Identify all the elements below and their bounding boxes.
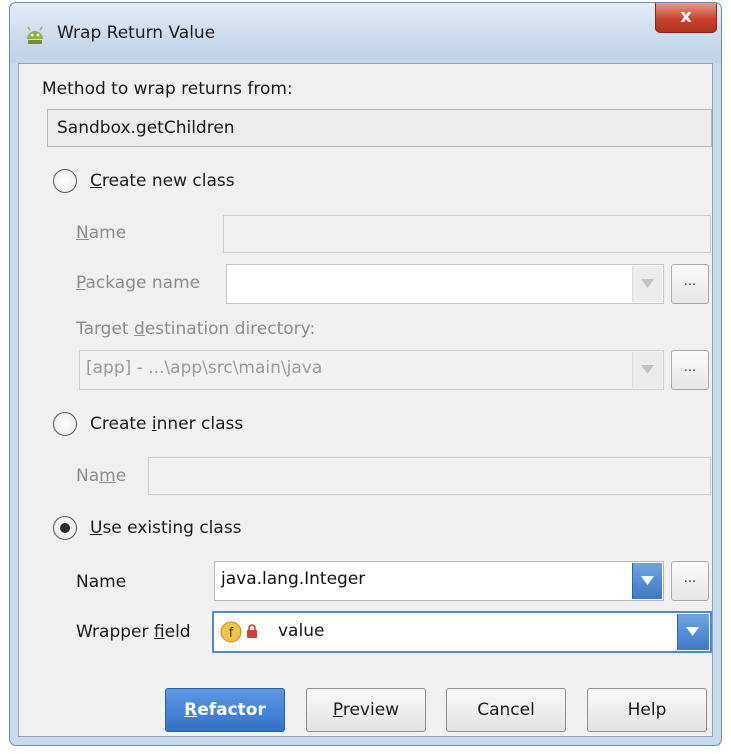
method-label: Method to wrap returns from: <box>42 79 293 99</box>
cancel-button[interactable]: Cancel <box>446 688 566 732</box>
radio-selected-dot <box>60 523 70 533</box>
close-button[interactable]: x <box>655 3 717 33</box>
dialog-title: Wrap Return Value <box>57 23 216 43</box>
chevron-down-icon <box>686 627 699 636</box>
existing-class-dropdown-button[interactable] <box>632 563 662 599</box>
android-icon <box>27 26 43 44</box>
existing-class-combo[interactable]: java.lang.Integer <box>214 561 664 601</box>
dialog-window: Wrap Return Value x Method to wrap retur… <box>9 2 722 746</box>
create-inner-class-label[interactable]: Create inner class <box>90 414 243 434</box>
field-icon: f <box>220 621 242 643</box>
target-dir-browse-button[interactable]: ... <box>671 350 709 390</box>
wrapper-field-combo[interactable]: f value <box>212 611 712 653</box>
preview-button[interactable]: Preview <box>306 688 426 732</box>
use-existing-class-label[interactable]: Use existing class <box>90 518 242 538</box>
new-class-name-label: Name <box>76 223 127 243</box>
refactor-button[interactable]: Refactor <box>165 688 285 732</box>
package-name-label: Package name <box>76 273 201 293</box>
wrapper-field-dropdown-button[interactable] <box>677 614 709 650</box>
create-new-class-label[interactable]: Create new class <box>90 171 235 191</box>
create-new-class-radio[interactable] <box>53 169 77 193</box>
chevron-down-icon <box>641 576 654 585</box>
close-icon: x <box>680 6 692 27</box>
dialog-content: Method to wrap returns from: Sandbox.get… <box>18 63 713 737</box>
wrapper-field-label: Wrapper field <box>76 622 191 642</box>
chevron-down-icon <box>641 279 654 288</box>
create-inner-class-radio[interactable] <box>53 412 77 436</box>
inner-class-name-input[interactable] <box>148 457 711 495</box>
target-dir-combo[interactable]: [app] - ...\app\src\main\java <box>79 350 664 390</box>
chevron-down-icon <box>641 365 654 374</box>
existing-class-browse-button[interactable]: ... <box>671 561 709 601</box>
existing-class-name-label: Name <box>76 572 127 592</box>
title-bar[interactable]: Wrap Return Value x <box>10 3 721 63</box>
method-field: Sandbox.getChildren <box>47 109 712 147</box>
target-dir-label: Target destination directory: <box>76 319 316 339</box>
help-button[interactable]: Help <box>587 688 707 732</box>
target-dir-dropdown-button[interactable] <box>632 352 662 388</box>
inner-class-name-label: Name <box>76 466 127 486</box>
lock-icon <box>247 624 257 638</box>
package-name-combo[interactable] <box>226 264 664 304</box>
package-browse-button[interactable]: ... <box>671 264 709 304</box>
package-dropdown-button[interactable] <box>632 266 662 302</box>
new-class-name-input[interactable] <box>223 215 711 253</box>
use-existing-class-radio[interactable] <box>53 516 77 540</box>
svg-text:f: f <box>229 626 234 641</box>
